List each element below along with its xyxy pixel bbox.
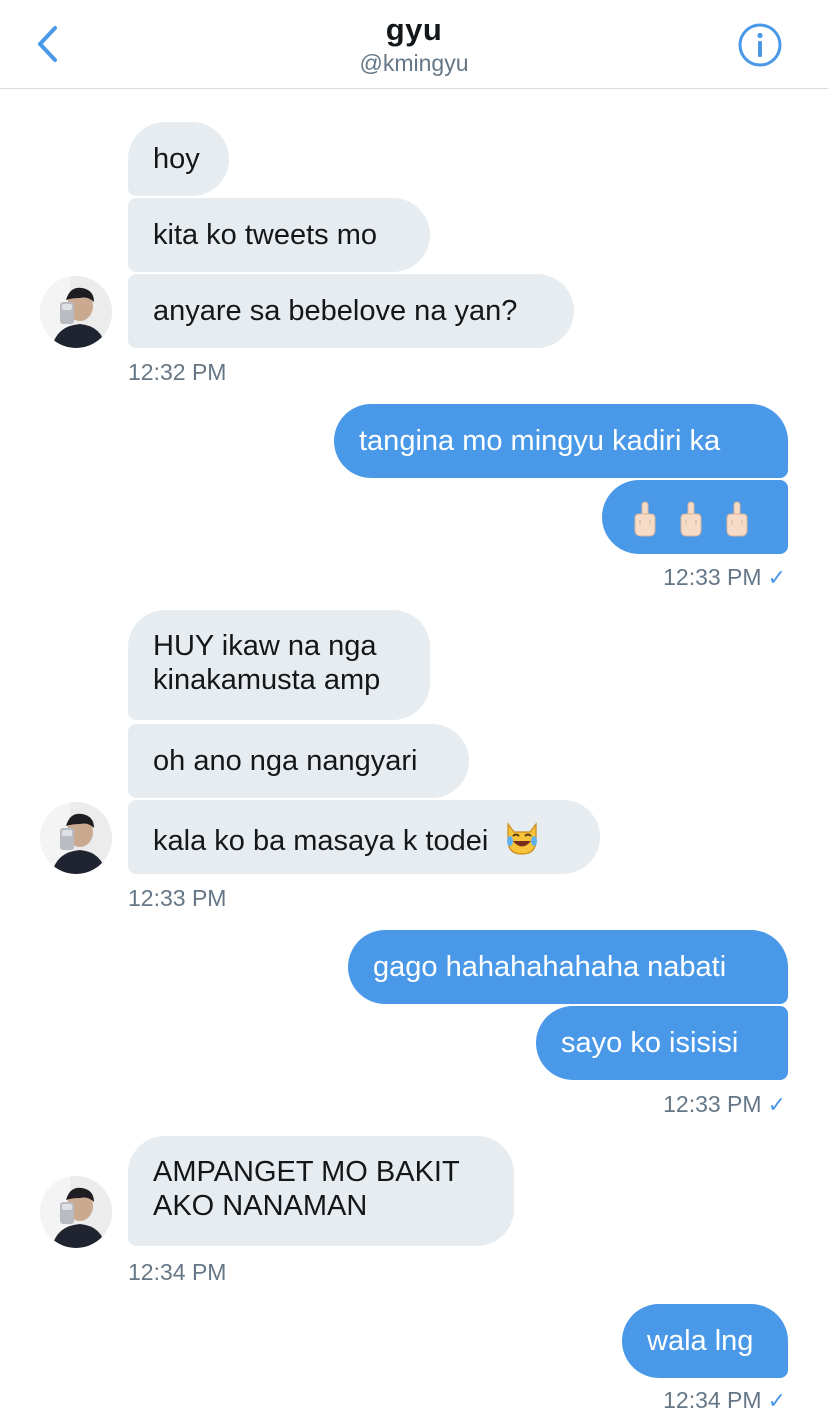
conversation-title: gyu (385, 12, 443, 47)
message-text: anyare sa bebelove na yan? (153, 295, 518, 327)
message-bubble-received[interactable]: oh ano nga nangyari (128, 724, 469, 798)
message-timestamp: 12:33 PM (128, 885, 227, 911)
message-bubble-received[interactable]: hoy (128, 122, 229, 196)
message-text: hoy (153, 143, 200, 175)
message-bubble-sent[interactable]: gago hahahahahaha nabati (348, 930, 788, 1004)
message-timestamp: 12:32 PM (128, 359, 227, 385)
message-timestamp-row: 12:34 PM ✓ (560, 1386, 786, 1415)
back-button[interactable] (28, 22, 68, 66)
message-text: tangina mo mingyu kadiri ka (359, 425, 721, 457)
message-bubble-sent[interactable]: wala lng (622, 1304, 788, 1378)
avatar[interactable] (40, 802, 112, 874)
conversation-header: gyu @kmingyu (0, 0, 828, 89)
middle-finger-emoji (726, 501, 748, 537)
message-bubble-received[interactable]: AMPANGET MO BAKIT AKO NANAMAN (128, 1136, 514, 1246)
conversation-handle: @kmingyu (359, 50, 469, 76)
message-bubble-received[interactable]: HUY ikaw na nga kinakamusta amp (128, 610, 430, 720)
message-text: wala lng (647, 1325, 754, 1357)
message-text: gago hahahahahaha nabati (373, 951, 727, 983)
message-timestamp-row: 12:33 PM ✓ (560, 563, 786, 592)
message-timestamp: 12:33 PM (663, 564, 762, 590)
message-timestamp: 12:33 PM (663, 1091, 762, 1117)
message-bubble-sent[interactable]: sayo ko isisisi (536, 1006, 788, 1080)
message-bubble-received[interactable]: kita ko tweets mo (128, 198, 430, 272)
checkmark-icon: ✓ (767, 1388, 786, 1413)
avatar-photo (40, 802, 112, 874)
middle-finger-emoji (634, 501, 656, 537)
emoji-message (632, 500, 750, 538)
avatar-photo (40, 1176, 112, 1248)
chevron-left-icon (38, 26, 57, 62)
cat-tears-of-joy-emoji (507, 822, 538, 855)
message-bubble-received[interactable]: anyare sa bebelove na yan? (128, 274, 574, 348)
message-text: AMPANGET MO BAKIT AKO NANAMAN (153, 1156, 460, 1222)
avatar[interactable] (40, 276, 112, 348)
message-text: oh ano nga nangyari (153, 745, 418, 777)
message-timestamp: 12:34 PM (128, 1259, 227, 1285)
message-timestamp: 12:34 PM (663, 1387, 762, 1413)
checkmark-icon: ✓ (767, 1092, 786, 1117)
info-button[interactable] (737, 22, 783, 68)
message-text: HUY ikaw na nga kinakamusta amp (153, 630, 381, 696)
checkmark-icon: ✓ (767, 565, 786, 590)
info-icon (738, 23, 782, 67)
message-text: kita ko tweets mo (153, 219, 378, 251)
message-text: kala ko ba masaya k todei (153, 825, 489, 857)
middle-finger-emoji (680, 501, 702, 537)
conversation-title-block[interactable]: gyu @kmingyu (214, 12, 614, 78)
message-timestamp-row: 12:33 PM ✓ (560, 1090, 786, 1119)
message-text: sayo ko isisisi (561, 1027, 739, 1059)
message-bubble-sent[interactable]: tangina mo mingyu kadiri ka (334, 404, 788, 478)
avatar-photo (40, 276, 112, 348)
message-bubble-sent[interactable] (602, 480, 788, 554)
avatar[interactable] (40, 1176, 112, 1248)
message-bubble-received[interactable]: kala ko ba masaya k todei (128, 800, 600, 874)
